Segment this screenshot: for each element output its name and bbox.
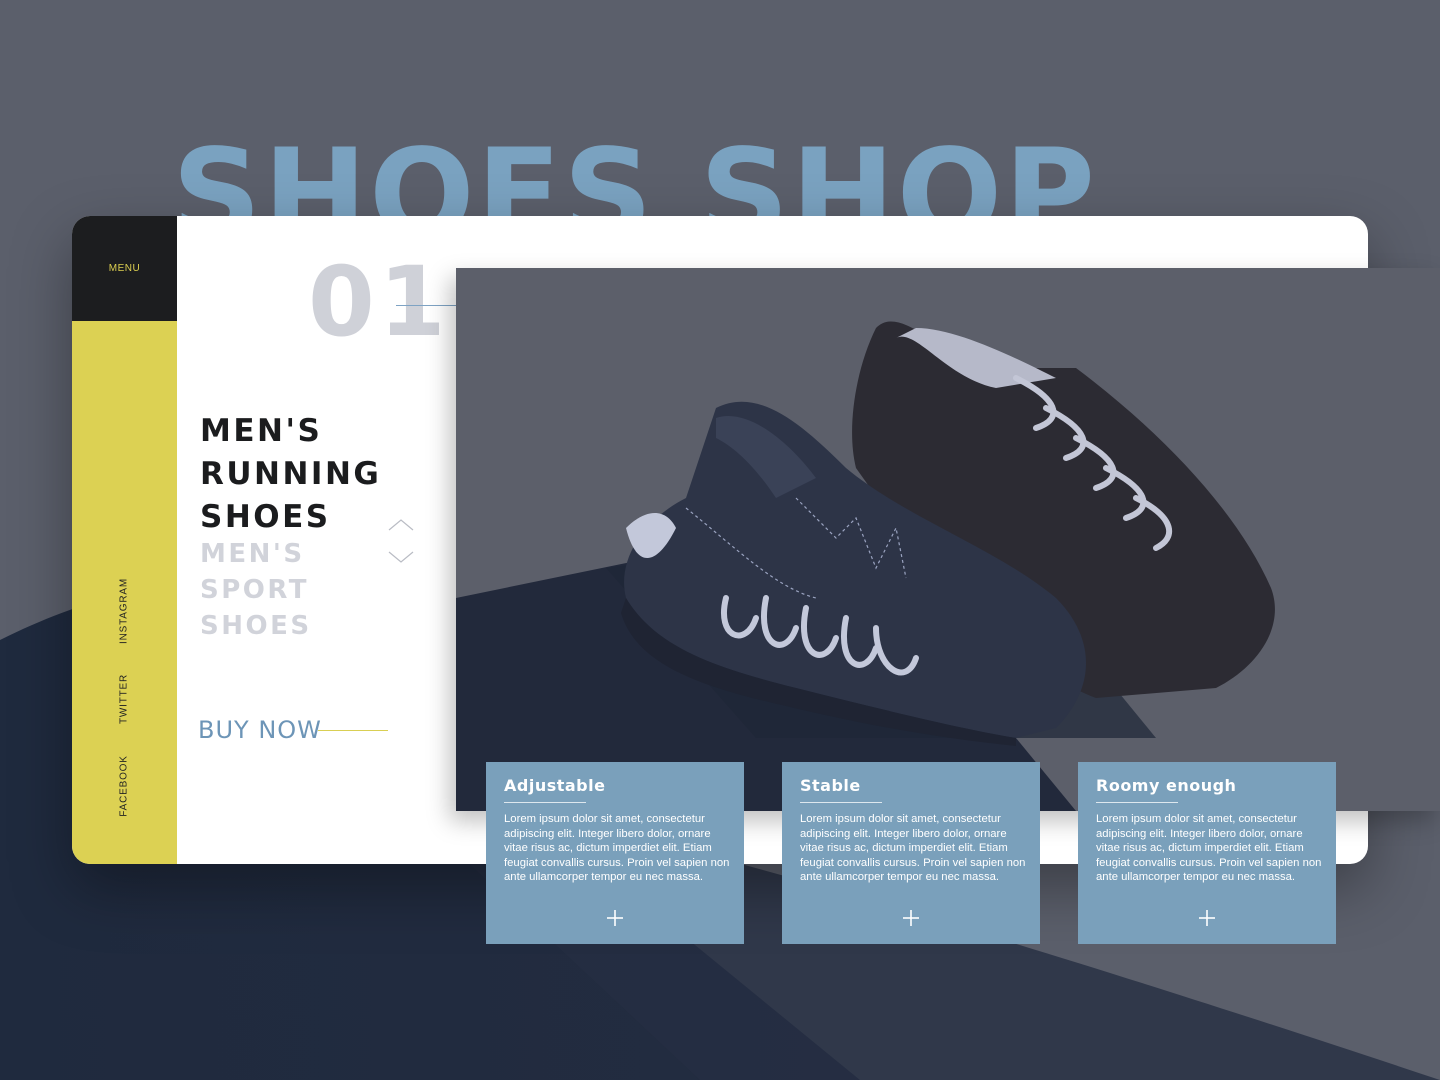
- active-product-title: MEN'S RUNNING SHOES: [200, 413, 382, 535]
- next-product-title[interactable]: MEN'S SPORT SHOES: [200, 536, 312, 644]
- menu-button[interactable]: MENU: [109, 263, 140, 274]
- facebook-link[interactable]: FACEBOOK: [119, 755, 130, 816]
- buy-now-line: [318, 730, 388, 731]
- feature-card-stable: Stable Lorem ipsum dolor sit amet, conse…: [782, 762, 1040, 944]
- feature-underline: [504, 802, 586, 803]
- instagram-link[interactable]: INSTAGRAM: [119, 578, 130, 644]
- product-photo: [456, 268, 1440, 811]
- menu-block: MENU: [72, 216, 177, 321]
- twitter-link[interactable]: TWITTER: [119, 674, 130, 724]
- chevron-up-icon[interactable]: [388, 518, 414, 532]
- slide-number: 01: [308, 246, 450, 358]
- feature-underline: [800, 802, 882, 803]
- feature-card-roomy-enough: Roomy enough Lorem ipsum dolor sit amet,…: [1078, 762, 1336, 944]
- feature-text: Lorem ipsum dolor sit amet, consectetur …: [1096, 813, 1322, 884]
- plus-icon[interactable]: [1197, 908, 1217, 928]
- feature-title: Adjustable: [504, 776, 606, 795]
- feature-text: Lorem ipsum dolor sit amet, consectetur …: [504, 813, 730, 884]
- feature-card-adjustable: Adjustable Lorem ipsum dolor sit amet, c…: [486, 762, 744, 944]
- running-shoes-image: [456, 321, 1275, 811]
- plus-icon[interactable]: [901, 908, 921, 928]
- buy-now-button[interactable]: BUY NOW: [198, 716, 322, 744]
- hero-title: SHOES SHOP: [172, 123, 1098, 216]
- feature-title: Stable: [800, 776, 861, 795]
- feature-underline: [1096, 802, 1178, 803]
- feature-text: Lorem ipsum dolor sit amet, consectetur …: [800, 813, 1026, 884]
- sidebar: INSTAGRAM TWITTER FACEBOOK: [72, 321, 177, 864]
- feature-title: Roomy enough: [1096, 776, 1237, 795]
- chevron-down-icon[interactable]: [388, 550, 414, 564]
- plus-icon[interactable]: [605, 908, 625, 928]
